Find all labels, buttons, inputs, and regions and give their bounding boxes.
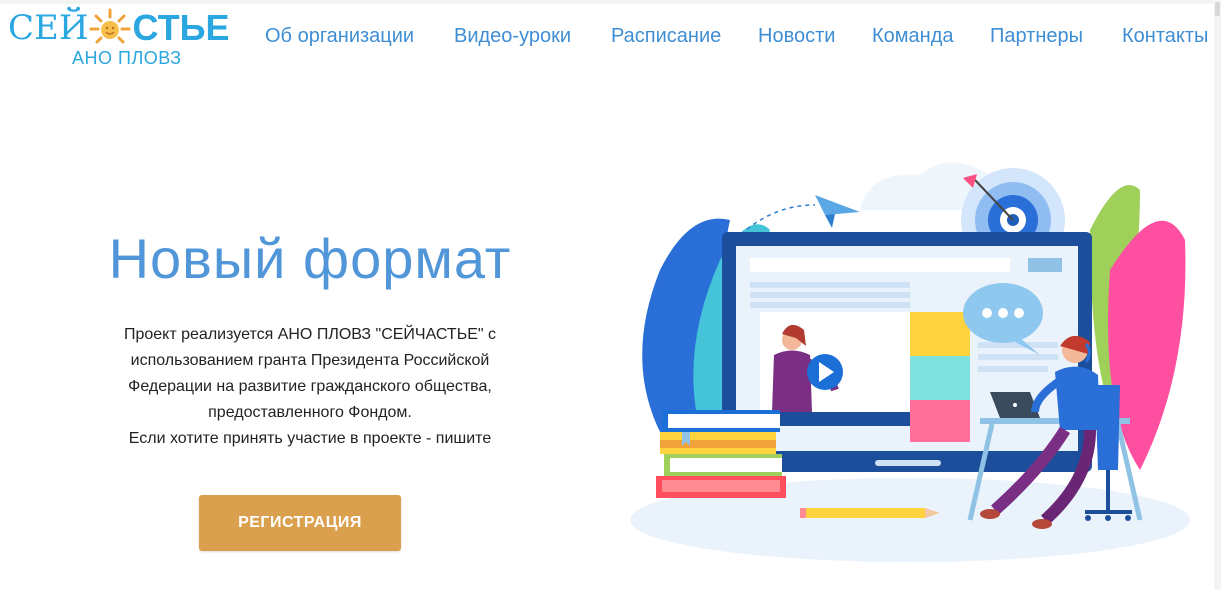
nav-item-video-lessons[interactable]: Видео-уроки	[454, 25, 571, 48]
nav-item-team[interactable]: Команда	[872, 25, 953, 48]
hero-text-line: Федерации на развитие гражданского общес…	[128, 378, 492, 395]
scrollbar[interactable]	[1214, 0, 1221, 590]
logo-suffix: СТЬЕ	[132, 7, 230, 48]
nav-item-partners[interactable]: Партнеры	[990, 25, 1083, 48]
site-logo[interactable]: СЕЙ СТЬЕ АНО ПЛОВЗ	[8, 8, 248, 70]
nav-item-about[interactable]: Об организации	[265, 25, 414, 48]
hero-text-line: Если хотите принять участие в проекте - …	[128, 430, 492, 447]
hero-text-line: Проект реализуется АНО ПЛОВЗ "СЕЙЧАСТЬЕ"…	[123, 326, 496, 343]
hero-text-line: предоставленного Фондом.	[208, 404, 412, 421]
logo-subtitle: АНО ПЛОВЗ	[72, 48, 182, 68]
nav-item-news[interactable]: Новости	[758, 25, 835, 48]
pencil-icon	[800, 508, 940, 518]
hero-text-line: использованием гранта Президента Российс…	[130, 352, 490, 369]
nav-item-contacts[interactable]: Контакты	[1122, 25, 1208, 48]
hero-title: Новый формат	[108, 227, 512, 290]
register-button[interactable]: РЕГИСТРАЦИЯ	[199, 495, 401, 551]
site-header: СЕЙ СТЬЕ АНО ПЛОВЗ Об организации Видео-…	[0, 0, 1221, 80]
monitor	[722, 232, 1092, 472]
logo-prefix: СЕЙ	[8, 8, 89, 48]
sun-icon	[88, 8, 132, 48]
logo-wordmark: СЕЙ СТЬЕ	[8, 7, 230, 49]
books-icon	[656, 410, 786, 498]
play-icon	[807, 354, 843, 390]
hero-illustration	[620, 150, 1195, 570]
nav-item-schedule[interactable]: Расписание	[611, 25, 721, 48]
hero-description: Проект реализуется АНО ПЛОВЗ "СЕЙЧАСТЬЕ"…	[80, 322, 540, 452]
